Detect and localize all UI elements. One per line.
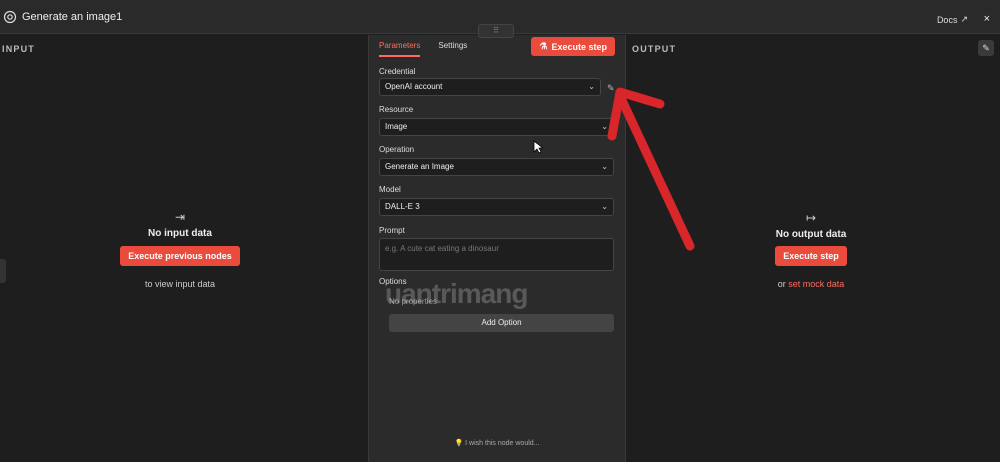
mouse-cursor-icon: [533, 140, 543, 154]
annotation-arrow: [607, 87, 695, 251]
